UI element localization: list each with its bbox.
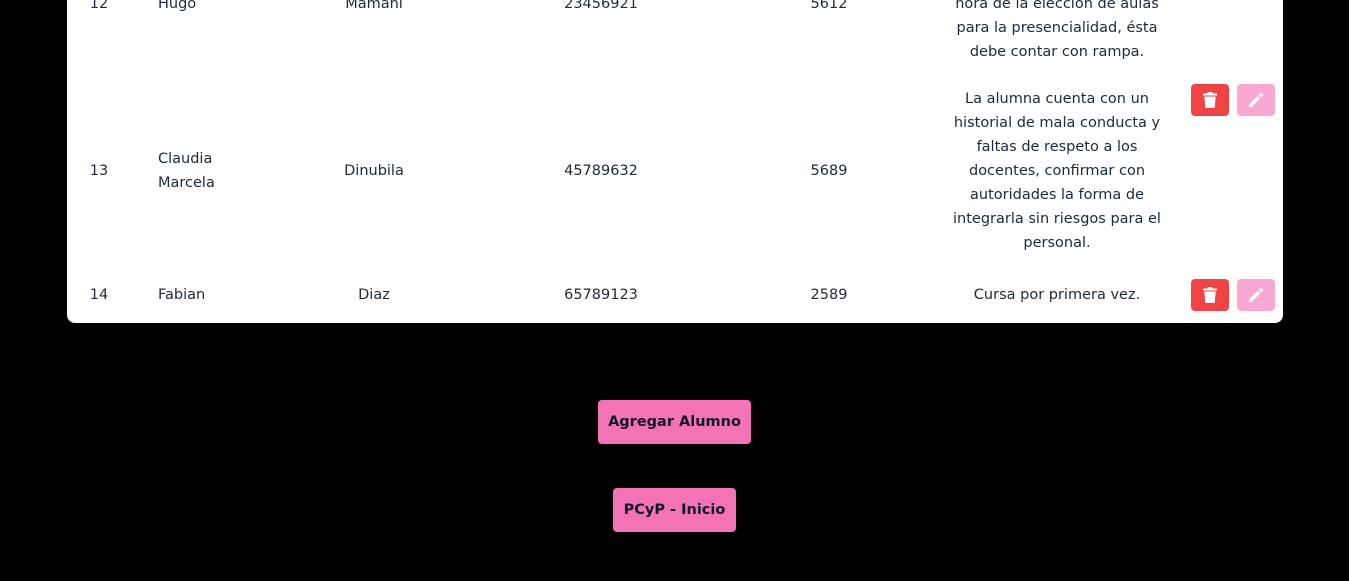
delete-button[interactable]	[1191, 84, 1229, 116]
cell-dni: 45789632	[564, 163, 638, 179]
row-actions	[1191, 279, 1277, 311]
cell-observaciones: hora de la elección de aulas para la pre…	[955, 0, 1159, 60]
cell-nombre: Fabian	[158, 287, 206, 303]
home-button[interactable]: PCyP - Inicio	[613, 488, 736, 532]
table-row: 14 Fabian Diaz 65789123 2589 Cursa por p…	[67, 275, 1283, 323]
cell-id: 14	[89, 287, 109, 303]
cell-legajo: 5612	[810, 0, 848, 12]
edit-button[interactable]	[1237, 84, 1275, 116]
cell-observaciones: La alumna cuenta con un historial de mal…	[953, 91, 1161, 251]
delete-button[interactable]	[1191, 279, 1229, 311]
cell-apellido: Dinubila	[344, 163, 404, 179]
page: 12 Hugo Mamani 23456921 5612 hora de la …	[0, 0, 1349, 581]
cell-dni: 23456921	[564, 0, 638, 12]
cell-apellido: Mamani	[345, 0, 403, 12]
cell-apellido: Diaz	[358, 287, 390, 303]
cell-nombre: Hugo	[158, 0, 197, 12]
pencil-icon	[1249, 288, 1263, 302]
students-table: 12 Hugo Mamani 23456921 5612 hora de la …	[67, 0, 1283, 323]
cell-id: 13	[89, 163, 109, 179]
trash-icon	[1203, 92, 1217, 108]
table-row: 13 Claudia Marcela Dinubila 45789632 568…	[67, 84, 1283, 255]
cell-id: 12	[89, 0, 109, 12]
cell-legajo: 2589	[810, 287, 848, 303]
pencil-icon	[1249, 93, 1263, 107]
cell-legajo: 5689	[810, 163, 848, 179]
trash-icon	[1203, 287, 1217, 303]
edit-button[interactable]	[1237, 279, 1275, 311]
cell-dni: 65789123	[564, 287, 638, 303]
table-row: 12 Hugo Mamani 23456921 5612 hora de la …	[67, 0, 1283, 68]
cell-nombre: Claudia Marcela	[158, 151, 215, 191]
cell-observaciones: Cursa por primera vez.	[973, 287, 1141, 303]
add-student-button[interactable]: Agregar Alumno	[598, 400, 751, 444]
row-actions	[1191, 84, 1277, 116]
